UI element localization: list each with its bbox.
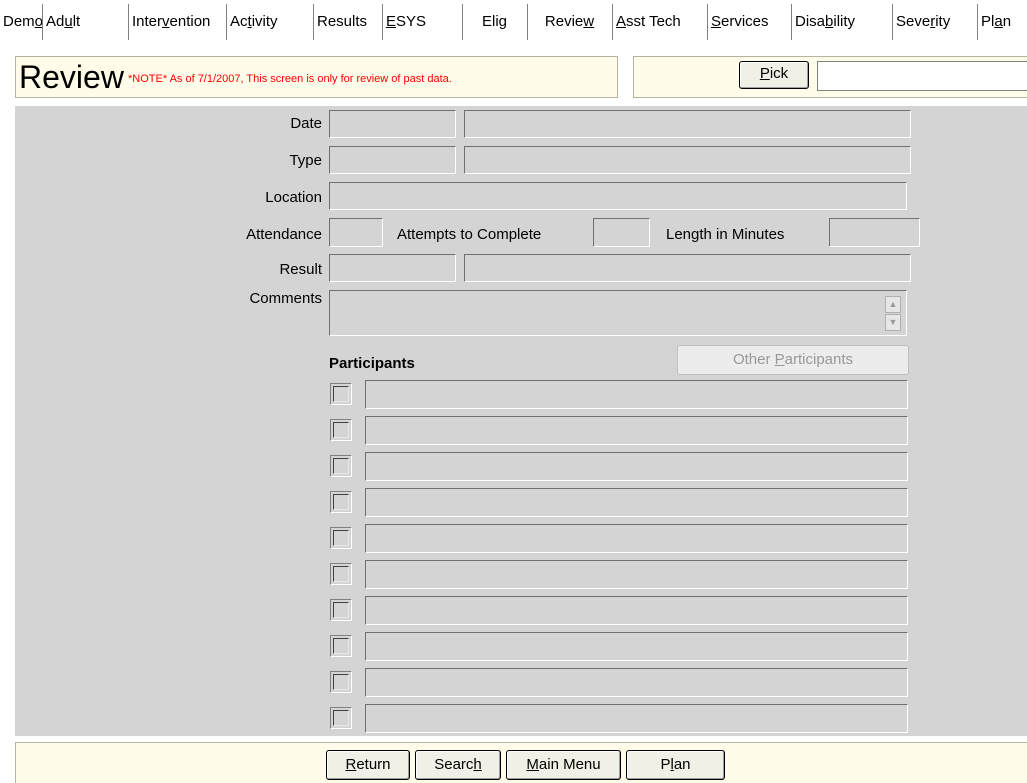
- comments-label: Comments: [249, 290, 322, 307]
- participant-checkbox[interactable]: [330, 383, 352, 405]
- comments-textarea[interactable]: [329, 290, 907, 336]
- participant-name-field[interactable]: [365, 380, 908, 409]
- result-code-field[interactable]: [329, 254, 456, 282]
- tab-plan[interactable]: Plan: [977, 4, 1027, 40]
- search-button[interactable]: Search: [415, 750, 501, 780]
- type-label: Type: [289, 152, 322, 169]
- review-note: *NOTE* As of 7/1/2007, This screen is on…: [128, 73, 452, 85]
- participant-name-field[interactable]: [365, 488, 908, 517]
- tab-elig[interactable]: Elig: [462, 4, 527, 40]
- date-description-field[interactable]: [464, 110, 911, 138]
- tab-severity[interactable]: Severity: [892, 4, 977, 40]
- pick-input[interactable]: [817, 61, 1027, 91]
- participant-checkbox[interactable]: [330, 563, 352, 585]
- main-menu-button[interactable]: Main Menu: [506, 750, 621, 780]
- result-description-field[interactable]: [464, 254, 911, 282]
- participant-name-field[interactable]: [365, 524, 908, 553]
- tab-results[interactable]: Results: [313, 4, 382, 40]
- length-label: Length in Minutes: [666, 226, 785, 243]
- tab-review[interactable]: Review: [527, 4, 612, 40]
- participant-name-field[interactable]: [365, 632, 908, 661]
- participant-name-field[interactable]: [365, 560, 908, 589]
- length-field[interactable]: [829, 218, 920, 247]
- page-title: Review: [19, 59, 124, 95]
- participant-name-field[interactable]: [365, 668, 908, 697]
- date-label: Date: [290, 115, 322, 132]
- attendance-field[interactable]: [329, 218, 383, 247]
- return-button[interactable]: Return: [326, 750, 410, 780]
- participant-checkbox[interactable]: [330, 707, 352, 729]
- result-label: Result: [279, 261, 322, 278]
- participant-name-field[interactable]: [365, 416, 908, 445]
- pick-button[interactable]: Pick: [739, 61, 809, 89]
- tab-intervention[interactable]: Intervention: [128, 4, 226, 40]
- participant-checkbox[interactable]: [330, 635, 352, 657]
- participant-checkbox[interactable]: [330, 527, 352, 549]
- location-field[interactable]: [329, 182, 907, 210]
- participant-checkbox[interactable]: [330, 455, 352, 477]
- tab-disability[interactable]: Disability: [791, 4, 892, 40]
- plan-button[interactable]: Plan: [626, 750, 725, 780]
- participant-checkbox[interactable]: [330, 671, 352, 693]
- tab-esys[interactable]: ESYS: [382, 4, 462, 40]
- tab-asst-tech[interactable]: Asst Tech: [612, 4, 707, 40]
- scroll-down-arrow-icon[interactable]: ▼: [885, 314, 901, 331]
- tab-activity[interactable]: Activity: [226, 4, 313, 40]
- location-label: Location: [265, 189, 322, 206]
- header-title-area: Review *NOTE* As of 7/1/2007, This scree…: [15, 56, 618, 98]
- tab-demo[interactable]: Demo: [0, 4, 43, 40]
- participant-name-field[interactable]: [365, 704, 908, 733]
- date-field[interactable]: [329, 110, 456, 138]
- attendance-label: Attendance: [246, 226, 322, 243]
- type-description-field[interactable]: [464, 146, 911, 174]
- participant-checkbox[interactable]: [330, 491, 352, 513]
- participant-checkbox[interactable]: [330, 419, 352, 441]
- type-code-field[interactable]: [329, 146, 456, 174]
- tab-adult[interactable]: Adult: [42, 4, 128, 40]
- attempts-field[interactable]: [593, 218, 650, 247]
- scroll-up-arrow-icon[interactable]: ▲: [885, 296, 901, 313]
- attempts-label: Attempts to Complete: [397, 226, 542, 243]
- other-participants-button[interactable]: Other Participants: [677, 345, 909, 375]
- participants-label: Participants: [329, 355, 415, 372]
- participant-name-field[interactable]: [365, 452, 908, 481]
- participant-name-field[interactable]: [365, 596, 908, 625]
- participant-checkbox[interactable]: [330, 599, 352, 621]
- tab-services[interactable]: Services: [707, 4, 791, 40]
